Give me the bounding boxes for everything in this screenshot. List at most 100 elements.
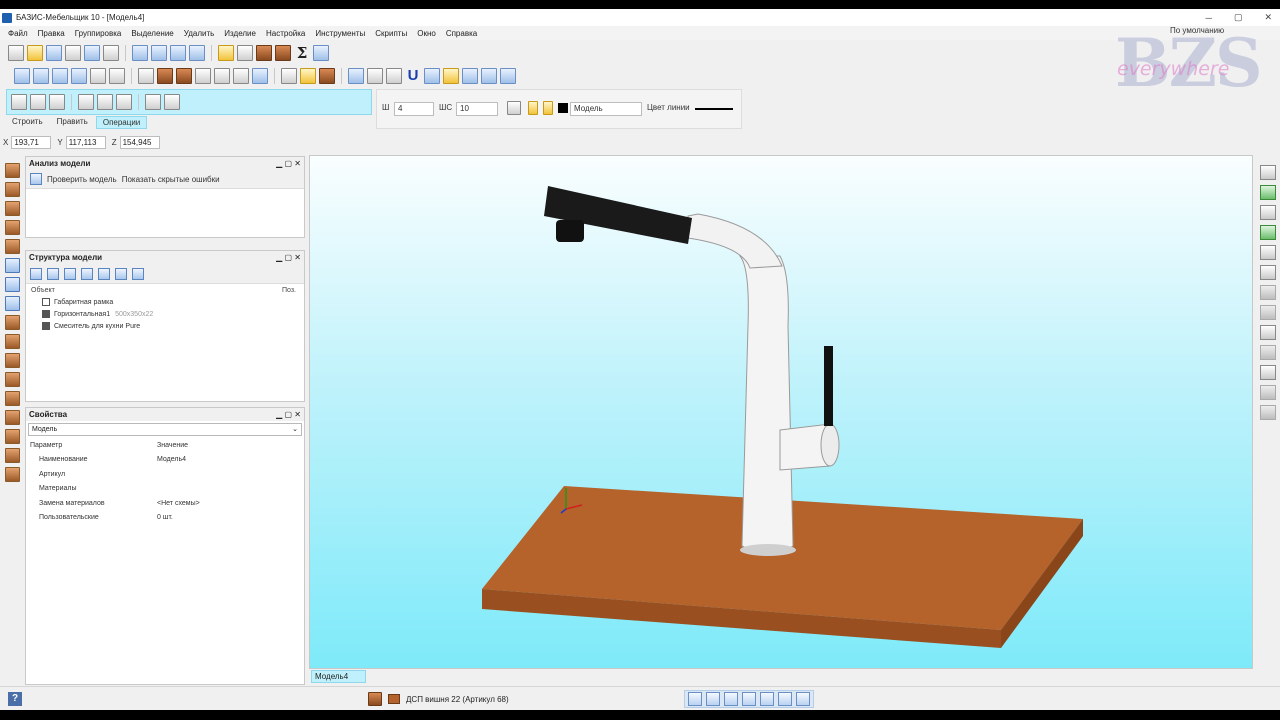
menu-help[interactable]: Справка	[446, 29, 477, 38]
tools-icon[interactable]	[30, 173, 42, 185]
fastener-icon[interactable]	[4, 372, 20, 387]
tab-model[interactable]: Модель4	[311, 670, 366, 683]
horizontal-dimension-icon[interactable]	[4, 296, 20, 311]
shaded-icon[interactable]	[157, 67, 173, 84]
grid-icon[interactable]	[367, 67, 383, 84]
width-input[interactable]: 4	[394, 102, 434, 116]
menu-group[interactable]: Группировка	[75, 29, 122, 38]
vertical-panel-icon[interactable]	[4, 182, 20, 197]
search-icon[interactable]	[760, 692, 774, 706]
op-mirror-icon[interactable]	[116, 94, 132, 110]
minimize-button[interactable]: ─	[1206, 13, 1212, 23]
dimension-icon[interactable]	[4, 258, 20, 273]
solid-icon[interactable]	[176, 67, 192, 84]
stack-remove-icon[interactable]	[1260, 245, 1276, 260]
prop-row[interactable]: Замена материалов <Нет схемы>	[26, 496, 304, 511]
x-input[interactable]: 193,71	[11, 136, 52, 149]
menu-scripts[interactable]: Скрипты	[375, 29, 407, 38]
tab-operations[interactable]: Операции	[95, 116, 148, 129]
u-snap-icon[interactable]: U	[405, 67, 421, 84]
check-model-button[interactable]: Проверить модель	[47, 175, 117, 184]
save-icon[interactable]	[46, 45, 62, 61]
front-panel-icon[interactable]	[4, 220, 20, 235]
view-back-icon[interactable]	[90, 67, 106, 84]
undo-icon[interactable]	[84, 45, 100, 61]
group-icon[interactable]	[1260, 325, 1276, 340]
menu-edit[interactable]: Правка	[38, 29, 65, 38]
tab-edit[interactable]: Править	[51, 116, 94, 129]
zoom-all-icon[interactable]	[151, 45, 167, 61]
view-top-icon[interactable]	[33, 67, 49, 84]
prop-row[interactable]: Материалы	[26, 482, 304, 497]
menu-window[interactable]: Окно	[417, 29, 436, 38]
view-left-icon[interactable]	[52, 67, 68, 84]
frame-icon[interactable]	[189, 45, 205, 61]
cone-icon[interactable]	[4, 410, 20, 425]
op-revolve-icon[interactable]	[30, 94, 46, 110]
furniture-alt-icon[interactable]	[1260, 405, 1276, 420]
camera-icon[interactable]	[281, 67, 297, 84]
print-icon[interactable]	[65, 45, 81, 61]
block-icon[interactable]	[4, 429, 20, 444]
panel-controls[interactable]: ▁ ▢ ✕	[276, 408, 301, 421]
op-grid-array-icon[interactable]	[97, 94, 113, 110]
op-sweep-icon[interactable]	[49, 94, 65, 110]
window-icon[interactable]	[1260, 165, 1276, 180]
prop-row[interactable]: Пользовательские 0 шт.	[26, 511, 304, 526]
menu-product[interactable]: Изделие	[224, 29, 256, 38]
list-icon[interactable]	[742, 692, 756, 706]
tab-build[interactable]: Строить	[6, 116, 49, 129]
stack-icon[interactable]	[1260, 205, 1276, 220]
sketch-icon[interactable]	[233, 67, 249, 84]
edge-off-icon[interactable]	[1260, 285, 1276, 300]
material-box-icon[interactable]	[319, 67, 335, 84]
close-button[interactable]: ✕	[1264, 12, 1272, 23]
vertical-dimension-icon[interactable]	[4, 277, 20, 292]
add-layer-icon[interactable]	[1260, 185, 1276, 200]
z-input[interactable]: 154,945	[119, 136, 160, 149]
light-bulb-icon[interactable]	[528, 101, 538, 115]
op-copy-icon[interactable]	[145, 94, 161, 110]
ortho-icon[interactable]	[386, 67, 402, 84]
new-file-icon[interactable]	[8, 45, 24, 61]
rotate-icon[interactable]	[138, 67, 154, 84]
3d-viewport[interactable]	[309, 155, 1253, 669]
furniture-icon[interactable]	[1260, 365, 1276, 380]
profile-icon[interactable]	[4, 315, 20, 330]
bend-icon[interactable]	[4, 353, 20, 368]
curved-panel-icon[interactable]	[4, 239, 20, 254]
open-folder-icon[interactable]	[27, 45, 43, 61]
help-query-icon[interactable]	[64, 267, 76, 280]
sphere-icon[interactable]	[4, 391, 20, 406]
drawer-icon[interactable]	[4, 467, 20, 482]
view-front-icon[interactable]	[14, 67, 30, 84]
panel-controls[interactable]: ▁ ▢ ✕	[276, 157, 301, 170]
tree-item[interactable]: Габаритная рамка	[26, 296, 304, 308]
cube-view-icon[interactable]	[500, 67, 516, 84]
line-style-select[interactable]	[695, 108, 733, 110]
op-array-icon[interactable]	[78, 94, 94, 110]
note-icon[interactable]	[218, 45, 234, 61]
binoculars-icon[interactable]	[462, 67, 478, 84]
shelf-icon[interactable]	[4, 448, 20, 463]
help-icon[interactable]: ?	[8, 692, 22, 706]
cabinet-icon[interactable]	[256, 45, 272, 61]
sum-icon[interactable]: Σ	[294, 44, 310, 62]
material-indicator[interactable]: ДСП вишня 22 (Артикул 68)	[362, 690, 522, 708]
tree-item[interactable]: Смеситель для кухни Pure	[26, 320, 304, 332]
line-snap-icon[interactable]	[424, 67, 440, 84]
zoom-window-icon[interactable]	[132, 45, 148, 61]
grid-snap-icon[interactable]	[724, 692, 738, 706]
material-icon[interactable]	[313, 45, 329, 61]
snap-icon[interactable]	[688, 692, 702, 706]
maximize-button[interactable]: ▢	[1234, 12, 1243, 23]
y-input[interactable]: 117,113	[65, 136, 106, 149]
furniture-off-icon[interactable]	[1260, 385, 1276, 400]
layer-select[interactable]: Модель	[570, 102, 642, 116]
tools-icon[interactable]	[30, 267, 42, 280]
eye-icon[interactable]	[132, 267, 144, 280]
menu-file[interactable]: Файл	[8, 29, 28, 38]
stack-add-icon[interactable]	[1260, 225, 1276, 240]
prop-row[interactable]: Наименование Модель4	[26, 453, 304, 468]
layers-icon[interactable]	[507, 101, 521, 115]
